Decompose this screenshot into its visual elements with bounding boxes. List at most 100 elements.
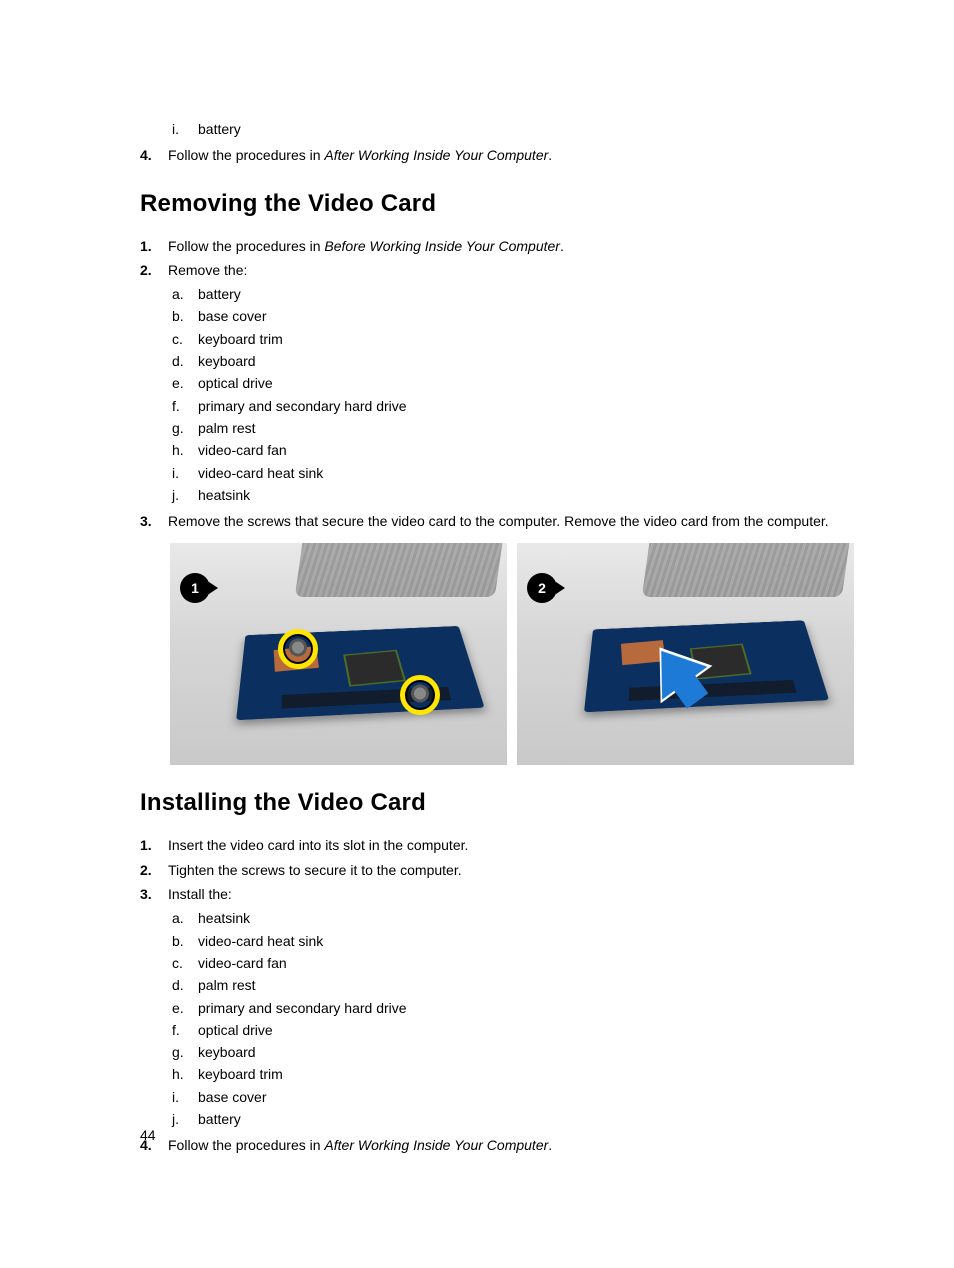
- step-text: Install the:: [168, 886, 232, 902]
- sub-list-item: b.video-card heat sink: [172, 931, 854, 951]
- sub-text: heatsink: [198, 908, 250, 928]
- sub-list-item: e.optical drive: [172, 373, 854, 393]
- sub-marker: i.: [172, 1087, 198, 1107]
- sub-list: a.battery b.base cover c.keyboard trim d…: [172, 284, 854, 505]
- sub-list-item: d.keyboard: [172, 351, 854, 371]
- sub-list-item: j.heatsink: [172, 485, 854, 505]
- top-fragment-list: i. battery 4. Follow the procedures in A…: [140, 115, 854, 166]
- sub-list: i. battery: [172, 119, 854, 139]
- figure-step-2: 2: [517, 543, 854, 765]
- list-item: 3. Remove the screws that secure the vid…: [140, 511, 854, 531]
- sub-list-item: c.video-card fan: [172, 953, 854, 973]
- step-text: Remove the screws that secure the video …: [168, 513, 829, 529]
- step-marker: 3.: [140, 511, 168, 531]
- step-marker: 3.: [140, 884, 168, 904]
- sub-text: keyboard: [198, 1042, 256, 1062]
- sub-marker: a.: [172, 908, 198, 928]
- step-badge: 2: [527, 573, 557, 603]
- sub-text: video-card heat sink: [198, 931, 323, 951]
- list-item: 3. Install the: a.heatsink b.video-card …: [140, 884, 854, 1131]
- sub-list-item: d.palm rest: [172, 975, 854, 995]
- step-text-suffix: .: [548, 147, 552, 163]
- sub-marker: j.: [172, 1109, 198, 1129]
- step-marker: 2.: [140, 260, 168, 280]
- sub-list-item: f.optical drive: [172, 1020, 854, 1040]
- sub-marker: d.: [172, 975, 198, 995]
- list-item: 2. Remove the: a.battery b.base cover c.…: [140, 260, 854, 507]
- sub-text: battery: [198, 284, 241, 304]
- step-text: Tighten the screws to secure it to the c…: [168, 862, 462, 878]
- sub-marker: d.: [172, 351, 198, 371]
- step-badge: 1: [180, 573, 210, 603]
- list-item: 4. Follow the procedures in After Workin…: [140, 1135, 854, 1155]
- sub-text: optical drive: [198, 373, 273, 393]
- step-marker: 4.: [140, 145, 168, 165]
- sub-marker: f.: [172, 1020, 198, 1040]
- list-item: 4. Follow the procedures in After Workin…: [140, 145, 854, 165]
- list-item: 1. Follow the procedures in Before Worki…: [140, 236, 854, 256]
- sub-marker: c.: [172, 953, 198, 973]
- sub-list-item: e.primary and secondary hard drive: [172, 998, 854, 1018]
- sub-marker: g.: [172, 1042, 198, 1062]
- sub-list-item: j.battery: [172, 1109, 854, 1129]
- step-text-prefix: Follow the procedures in: [168, 147, 324, 163]
- sub-marker: h.: [172, 440, 198, 460]
- step-text-italic: After Working Inside Your Computer: [324, 147, 548, 163]
- sub-text: heatsink: [198, 485, 250, 505]
- sub-marker: e.: [172, 998, 198, 1018]
- document-page: i. battery 4. Follow the procedures in A…: [0, 0, 954, 1220]
- video-card-graphic: [236, 626, 484, 720]
- step-text-italic: After Working Inside Your Computer: [324, 1137, 548, 1153]
- sub-text: keyboard: [198, 351, 256, 371]
- sub-text: video-card heat sink: [198, 463, 323, 483]
- step-text: Remove the:: [168, 262, 247, 278]
- list-item: 2. Tighten the screws to secure it to th…: [140, 860, 854, 880]
- heading-installing: Installing the Video Card: [140, 789, 854, 817]
- step-text-prefix: Follow the procedures in: [168, 1137, 324, 1153]
- sub-text: video-card fan: [198, 440, 287, 460]
- sub-list-item: h.keyboard trim: [172, 1064, 854, 1084]
- sub-text: optical drive: [198, 1020, 273, 1040]
- list-item: 1. Insert the video card into its slot i…: [140, 835, 854, 855]
- sub-list-item: i. battery: [172, 119, 854, 139]
- sub-list-item: g.palm rest: [172, 418, 854, 438]
- step-text-suffix: .: [548, 1137, 552, 1153]
- sub-text: battery: [198, 1109, 241, 1129]
- step-marker: 1.: [140, 835, 168, 855]
- sub-marker: i.: [172, 119, 198, 139]
- sub-text: keyboard trim: [198, 329, 283, 349]
- sub-list-item: a.battery: [172, 284, 854, 304]
- fan-graphic: [295, 543, 503, 597]
- sub-list-item: h.video-card fan: [172, 440, 854, 460]
- heading-removing: Removing the Video Card: [140, 190, 854, 218]
- sub-marker: f.: [172, 396, 198, 416]
- gpu-chip-graphic: [343, 650, 406, 687]
- step-marker: 1.: [140, 236, 168, 256]
- sub-list: a.heatsink b.video-card heat sink c.vide…: [172, 908, 854, 1129]
- figure-step-1: 1: [170, 543, 507, 765]
- sub-list-item: f.primary and secondary hard drive: [172, 396, 854, 416]
- sub-text: palm rest: [198, 975, 256, 995]
- page-number: 44: [140, 1127, 156, 1143]
- sub-text: keyboard trim: [198, 1064, 283, 1084]
- sub-marker: i.: [172, 463, 198, 483]
- sub-marker: j.: [172, 485, 198, 505]
- sub-list-item: i.video-card heat sink: [172, 463, 854, 483]
- step-text-suffix: .: [560, 238, 564, 254]
- remove-steps: 1. Follow the procedures in Before Worki…: [140, 236, 854, 532]
- sub-list-item: c.keyboard trim: [172, 329, 854, 349]
- sub-marker: b.: [172, 931, 198, 951]
- step-text-prefix: Follow the procedures in: [168, 238, 324, 254]
- sub-marker: g.: [172, 418, 198, 438]
- sub-text: base cover: [198, 1087, 266, 1107]
- install-steps: 1. Insert the video card into its slot i…: [140, 835, 854, 1155]
- sub-marker: b.: [172, 306, 198, 326]
- sub-text: primary and secondary hard drive: [198, 396, 407, 416]
- sub-text: base cover: [198, 306, 266, 326]
- step-text: Insert the video card into its slot in t…: [168, 837, 468, 853]
- figure-row: 1 2: [170, 543, 854, 765]
- sub-list-item: a.heatsink: [172, 908, 854, 928]
- sub-list-item: g.keyboard: [172, 1042, 854, 1062]
- sub-text: battery: [198, 119, 241, 139]
- sub-text: video-card fan: [198, 953, 287, 973]
